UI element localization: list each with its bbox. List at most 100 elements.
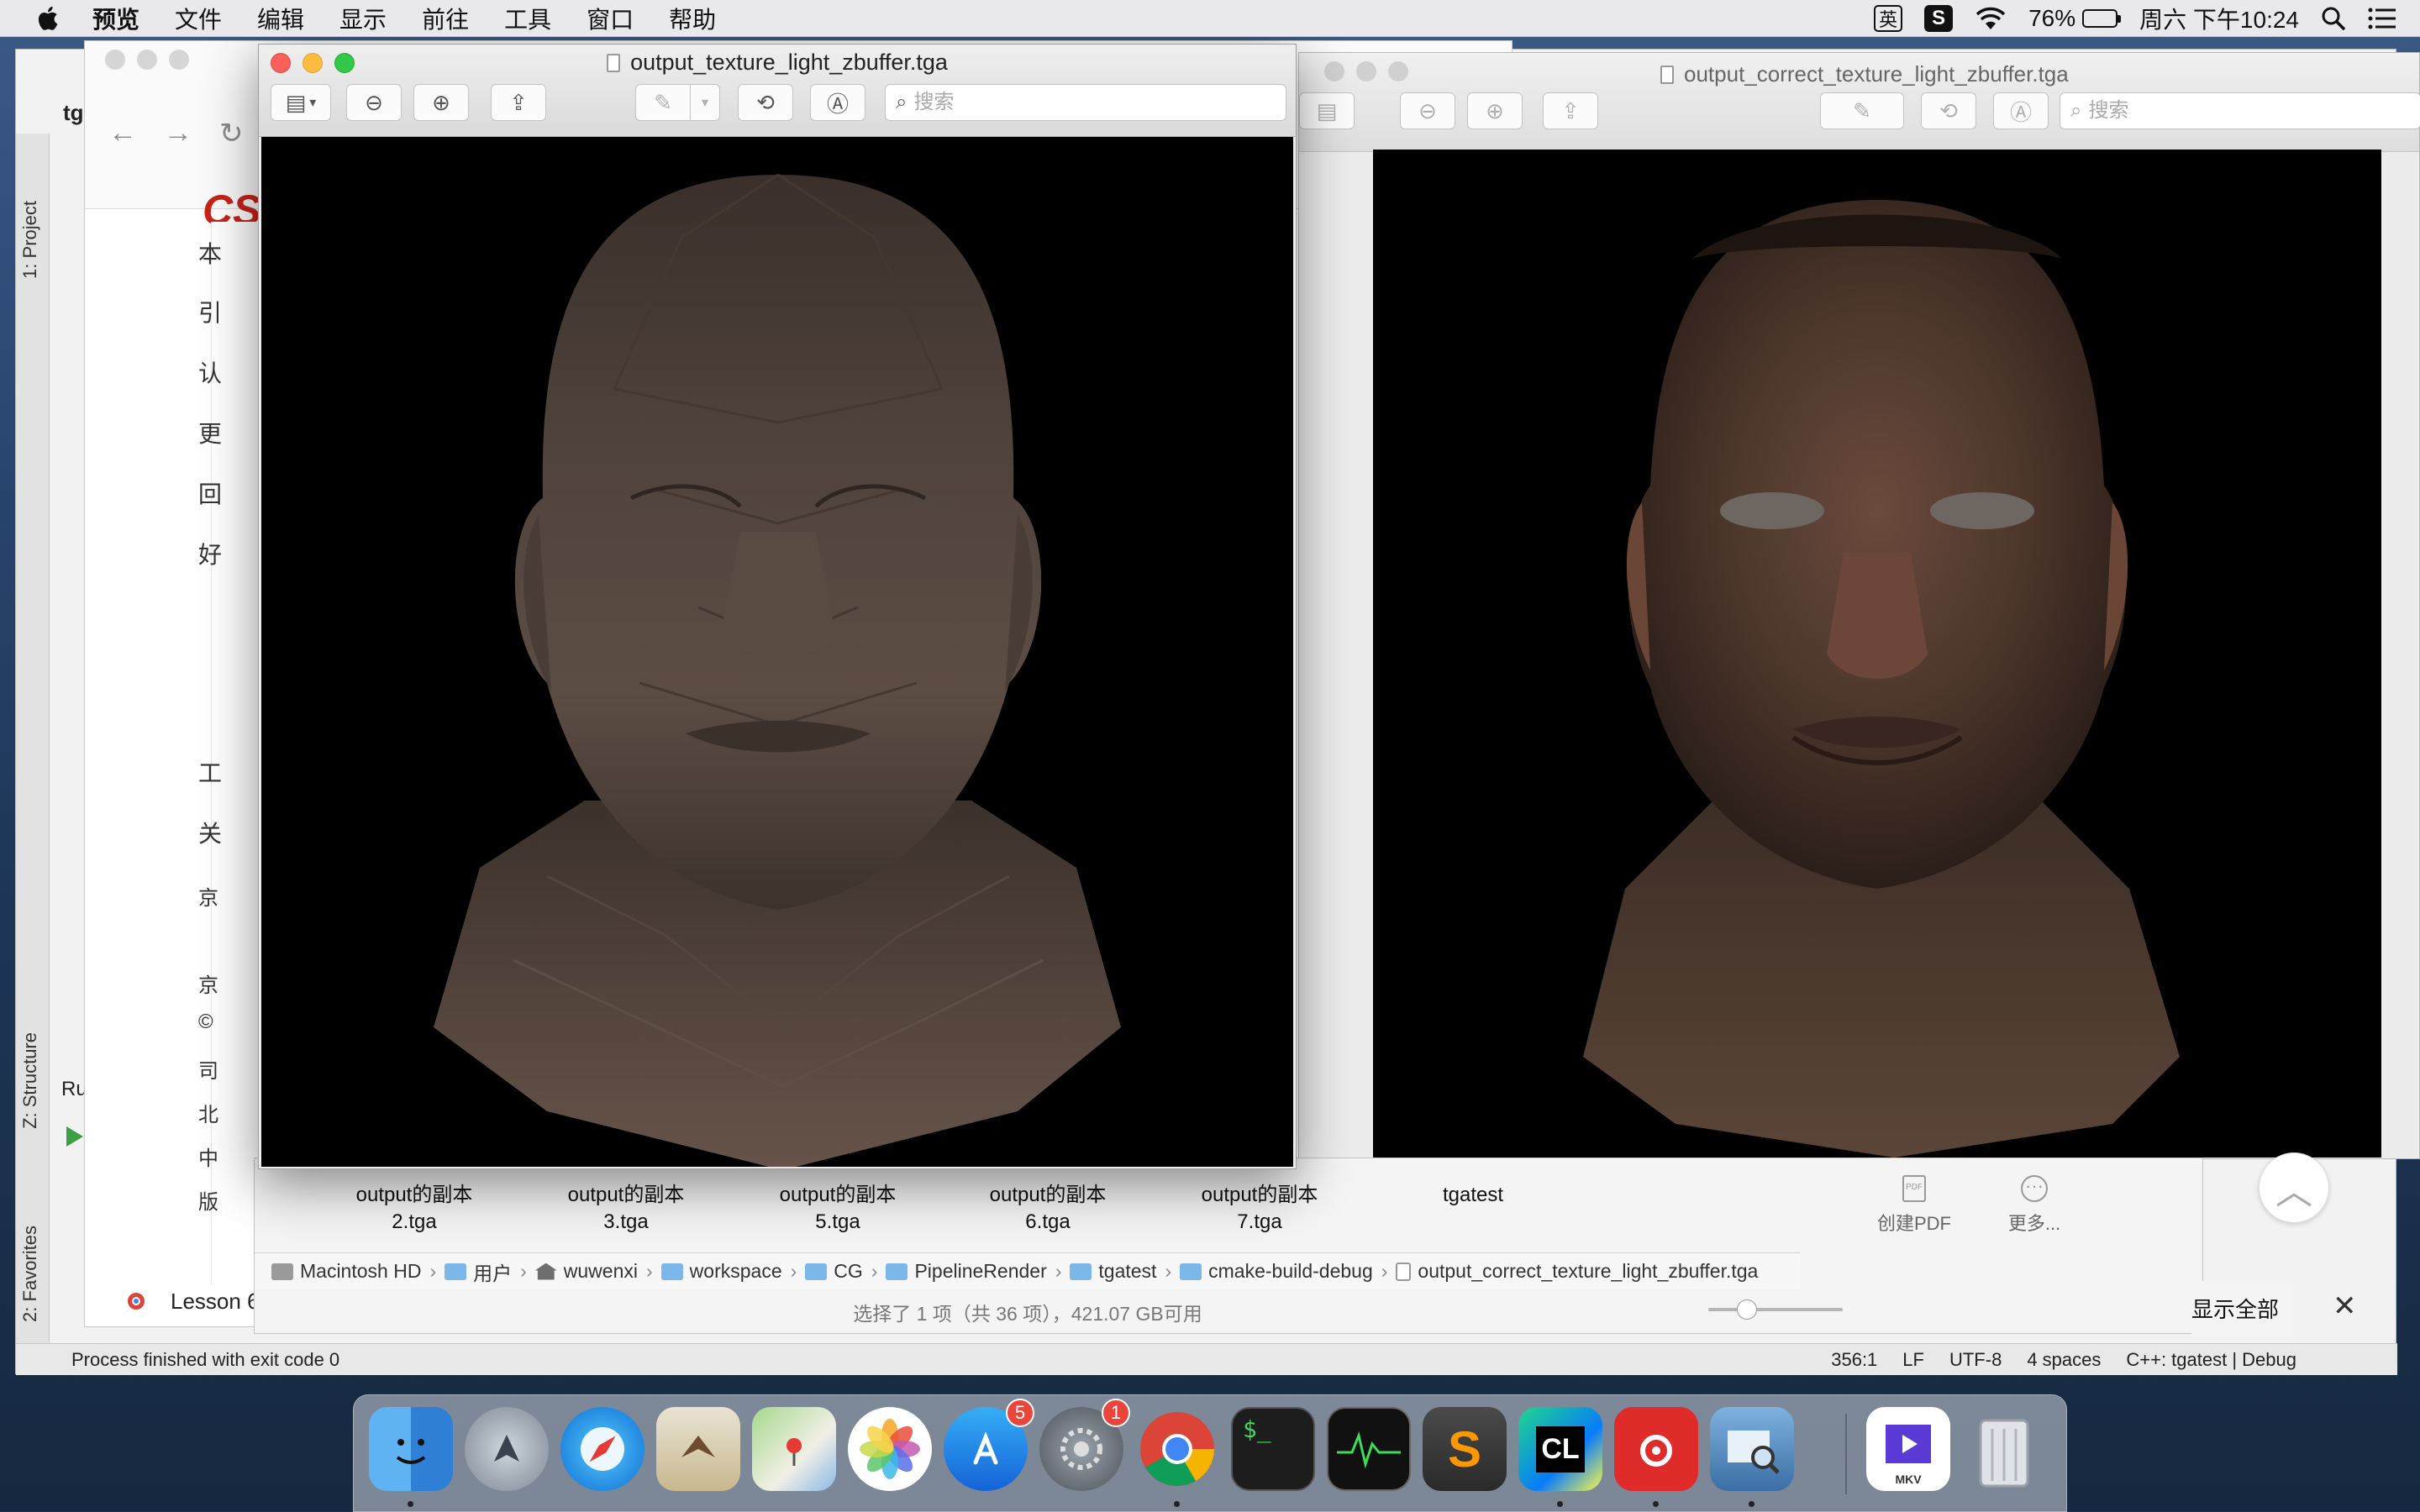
- status-caret-position[interactable]: 356:1: [1831, 1349, 1877, 1371]
- search-input[interactable]: [913, 91, 1234, 114]
- battery-status[interactable]: 76%: [2028, 5, 2122, 32]
- dock-safari-icon[interactable]: [560, 1407, 644, 1491]
- status-context[interactable]: C++: tgatest | Debug: [2126, 1349, 2296, 1371]
- dock-launchpad-icon[interactable]: [465, 1407, 549, 1491]
- dock-sublime-text-icon[interactable]: S: [1423, 1407, 1507, 1491]
- sidebar-toggle-button[interactable]: ▤ ▾: [271, 84, 331, 121]
- path-crumb-cmake-build-debug[interactable]: cmake-build-debug ›: [1180, 1260, 1396, 1283]
- rotate-button[interactable]: ⟲: [738, 84, 793, 121]
- back-rotate-button[interactable]: ⟲: [1921, 92, 1976, 129]
- menu-go[interactable]: 前往: [422, 2, 469, 35]
- menu-file[interactable]: 文件: [175, 2, 222, 35]
- back-search-input[interactable]: [2088, 99, 2408, 123]
- file-thumbnail[interactable]: output的副本 6.tga: [955, 1182, 1140, 1236]
- status-line-separator[interactable]: LF: [1902, 1349, 1924, 1371]
- status-encoding[interactable]: UTF-8: [1949, 1349, 2002, 1371]
- dock-trash-icon[interactable]: [1962, 1407, 2046, 1491]
- more-actions-button[interactable]: ··· 更多...: [1984, 1175, 2085, 1236]
- back-zoom-out-button[interactable]: ⊖: [1400, 92, 1455, 129]
- menu-tools[interactable]: 工具: [504, 2, 551, 35]
- dock-clion-icon[interactable]: CL: [1518, 1407, 1602, 1491]
- apple-logo-icon[interactable]: [34, 3, 64, 34]
- menu-window[interactable]: 窗口: [587, 2, 634, 35]
- sogou-input-icon[interactable]: S: [1924, 5, 1954, 32]
- file-thumbnail[interactable]: output的副本 3.tga: [534, 1182, 718, 1236]
- dock-netease-music-icon[interactable]: [1614, 1407, 1698, 1491]
- file-thumbnail[interactable]: output的副本 7.tga: [1167, 1182, 1352, 1236]
- notification-center-icon[interactable]: [2368, 7, 2396, 30]
- sidebar-text[interactable]: 引: [198, 295, 222, 328]
- sidebar-text[interactable]: 本: [198, 236, 222, 270]
- file-thumbnail[interactable]: output的副本 5.tga: [745, 1182, 930, 1236]
- show-all-button[interactable]: 显示全部: [2191, 1281, 2292, 1335]
- browser-zoom-button[interactable]: [169, 50, 189, 70]
- dock-finder-icon[interactable]: [369, 1407, 453, 1491]
- dock-mail-icon[interactable]: [656, 1407, 740, 1491]
- menu-app-preview[interactable]: 预览: [92, 2, 139, 35]
- file-thumbnail[interactable]: output的副本 2.tga: [322, 1182, 507, 1236]
- search-field[interactable]: ⌕: [885, 84, 1286, 121]
- markup-pen-button[interactable]: ✎: [635, 84, 691, 121]
- favorites-tool-tab[interactable]: 2: Favorites: [19, 1226, 41, 1322]
- input-method-indicator[interactable]: 英: [1874, 5, 1903, 32]
- dock-maps-icon[interactable]: [752, 1407, 836, 1491]
- dock-photos-icon[interactable]: [848, 1407, 932, 1491]
- status-indent[interactable]: 4 spaces: [2027, 1349, 2101, 1371]
- zoom-in-button[interactable]: ⊕: [413, 84, 469, 121]
- back-zoom-button[interactable]: [1388, 61, 1408, 81]
- path-crumb-tgatest[interactable]: tgatest ›: [1070, 1260, 1180, 1283]
- dock-activity-monitor-icon[interactable]: [1327, 1407, 1411, 1491]
- project-tool-tab[interactable]: 1: Project: [19, 201, 41, 279]
- back-close-button[interactable]: [1324, 61, 1344, 81]
- menu-help[interactable]: 帮助: [669, 2, 716, 35]
- icon-size-slider-knob[interactable]: [1737, 1299, 1757, 1320]
- dock-terminal-icon[interactable]: $_: [1231, 1407, 1315, 1491]
- sidebar-text[interactable]: 工: [198, 755, 222, 789]
- menu-view[interactable]: 显示: [339, 2, 387, 35]
- back-markup-button[interactable]: ✎: [1820, 92, 1904, 129]
- create-pdf-button[interactable]: PDF 创建PDF: [1864, 1175, 1965, 1236]
- dock-mkv-player-icon[interactable]: MKV: [1866, 1407, 1950, 1491]
- wifi-icon[interactable]: [1975, 6, 2007, 31]
- icon-size-slider-track[interactable]: [1708, 1308, 1843, 1311]
- dock-preview-icon[interactable]: [1710, 1407, 1794, 1491]
- path-crumb-file[interactable]: output_correct_texture_light_zbuffer.tga: [1396, 1260, 1758, 1283]
- back-annotate-button[interactable]: Ⓐ: [1993, 92, 2049, 129]
- markup-toolbar-button[interactable]: Ⓐ: [810, 84, 865, 121]
- path-crumb-pipelinerender[interactable]: PipelineRender ›: [886, 1260, 1070, 1283]
- forward-arrow-icon[interactable]: →: [164, 117, 192, 150]
- path-crumb-home[interactable]: wuwenxi ›: [534, 1260, 661, 1283]
- close-icon[interactable]: ✕: [2333, 1289, 2357, 1323]
- back-minimize-button[interactable]: [1356, 61, 1376, 81]
- sidebar-text[interactable]: 认: [198, 355, 222, 389]
- path-crumb-disk[interactable]: Macintosh HD ›: [271, 1260, 445, 1283]
- markup-dropdown-button[interactable]: ▾: [690, 84, 720, 121]
- file-thumbnail[interactable]: tgatest: [1381, 1182, 1565, 1209]
- path-crumb-cg[interactable]: CG ›: [805, 1260, 886, 1283]
- dock-system-preferences-icon[interactable]: 1: [1039, 1399, 1130, 1491]
- sidebar-text[interactable]: 更: [198, 416, 222, 449]
- back-share-button[interactable]: ⇪: [1543, 92, 1598, 129]
- run-icon[interactable]: [65, 1125, 85, 1148]
- browser-minimize-button[interactable]: [137, 50, 157, 70]
- sidebar-text[interactable]: 回: [198, 476, 222, 510]
- back-zoom-in-button[interactable]: ⊕: [1467, 92, 1523, 129]
- path-crumb-workspace[interactable]: workspace ›: [660, 1260, 806, 1283]
- zoom-out-button[interactable]: ⊖: [346, 84, 402, 121]
- structure-tool-tab[interactable]: Z: Structure: [19, 1032, 41, 1129]
- dock-app-store-icon[interactable]: 5: [944, 1399, 1034, 1491]
- dock-chrome-icon[interactable]: [1135, 1407, 1219, 1491]
- sidebar-text[interactable]: 关: [198, 816, 222, 849]
- menu-edit[interactable]: 编辑: [257, 2, 304, 35]
- spotlight-search-icon[interactable]: [2321, 6, 2346, 31]
- browser-close-button[interactable]: [105, 50, 125, 70]
- path-crumb-users[interactable]: 用户 ›: [445, 1257, 535, 1286]
- back-arrow-icon[interactable]: ←: [108, 117, 137, 150]
- clock[interactable]: 周六 下午10:24: [2139, 2, 2299, 35]
- back-search-field[interactable]: ⌕: [2060, 92, 2420, 129]
- reload-icon[interactable]: ↻: [219, 117, 244, 150]
- sidebar-text[interactable]: 好: [198, 537, 222, 570]
- share-button[interactable]: ⇪: [491, 84, 546, 121]
- back-sidebar-button[interactable]: ▤: [1299, 92, 1355, 129]
- scroll-to-top-button[interactable]: ︿: [2259, 1152, 2329, 1223]
